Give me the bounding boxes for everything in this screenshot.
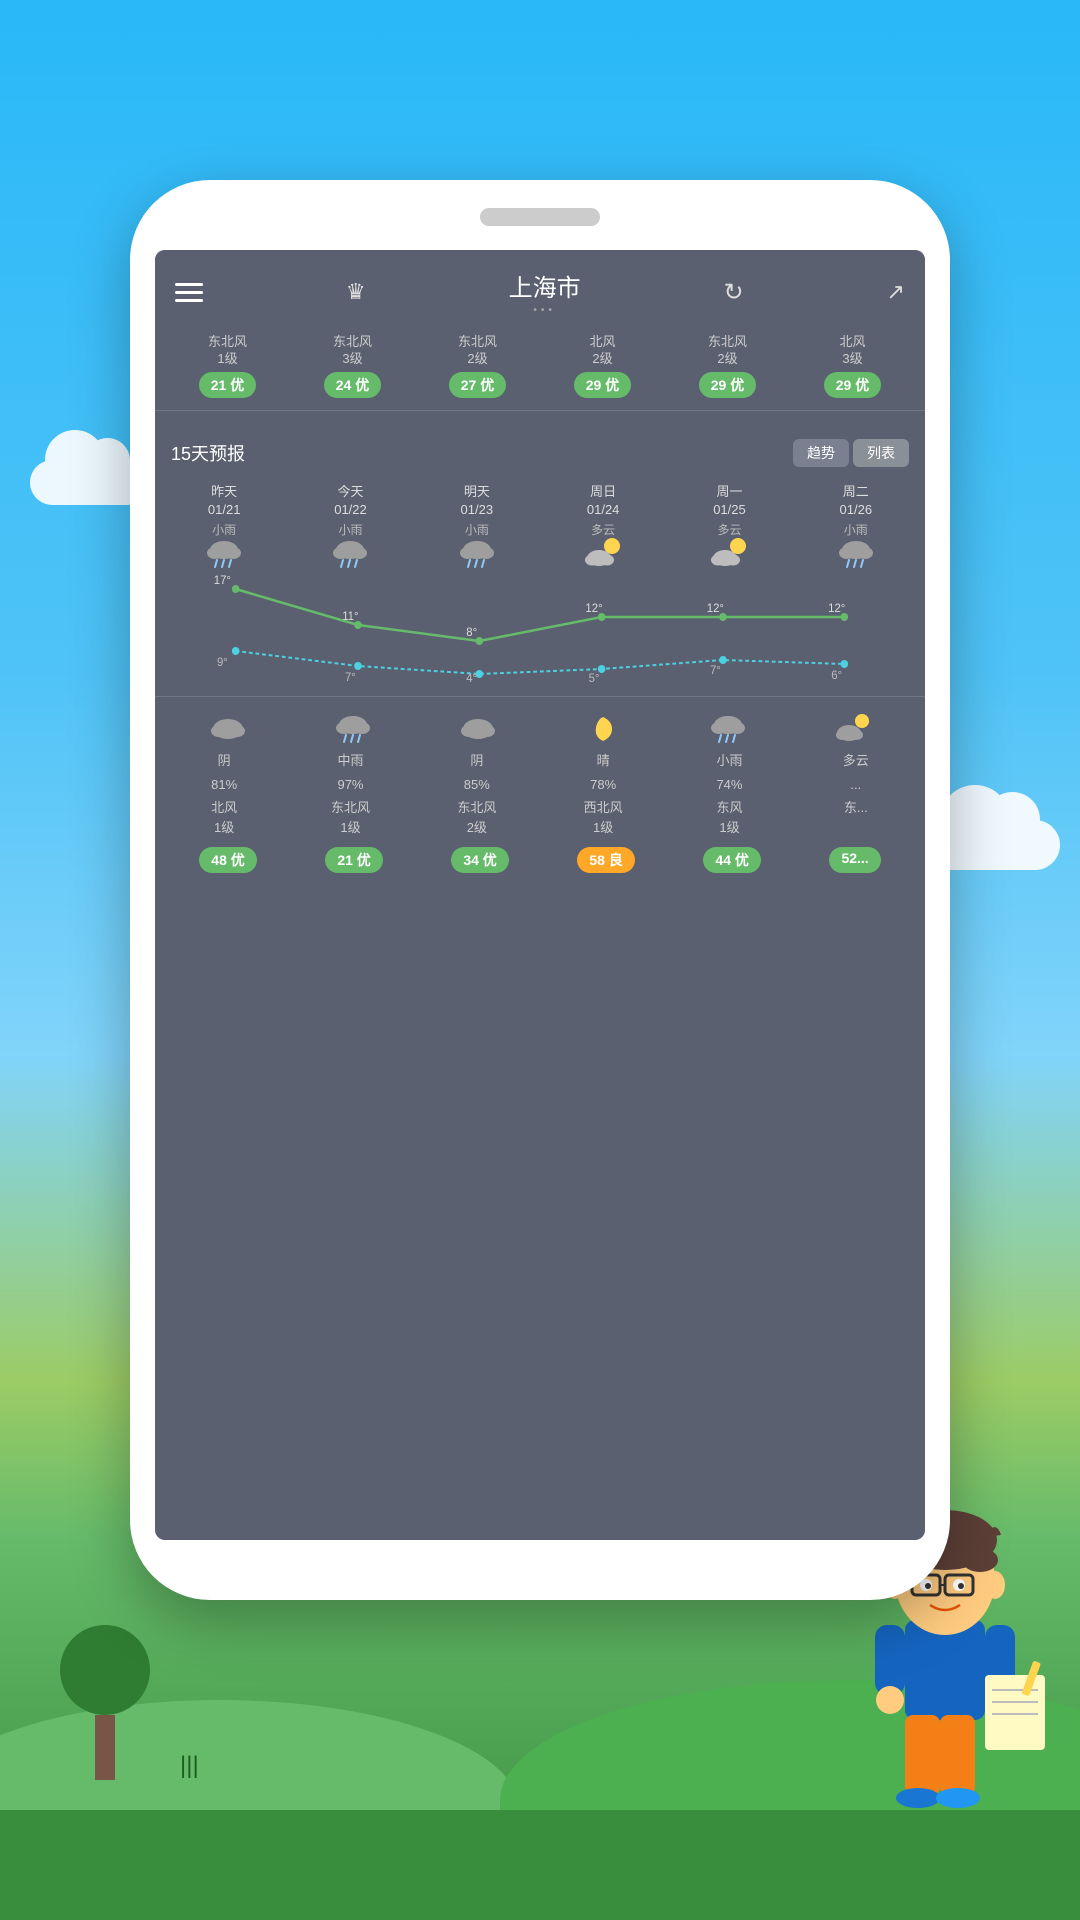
aqi-item-2: 东北风2级 27 优 bbox=[449, 334, 506, 398]
aqi-badge-1: 24 优 bbox=[324, 372, 381, 398]
humidity-3: 78% bbox=[540, 775, 666, 795]
svg-text:11°: 11° bbox=[342, 610, 358, 623]
bottom-aqi-row: 48 优 21 优 34 优 58 良 44 优 52... bbox=[155, 839, 925, 881]
condition-3: 晴 bbox=[540, 751, 666, 771]
forecast-days-row: 昨天01/21 小雨 今天01/22 小雨 bbox=[155, 475, 925, 574]
forecast-title: 15天预报 bbox=[171, 440, 245, 466]
detail-icons-row bbox=[155, 709, 925, 749]
aqi-badge-3: 29 优 bbox=[574, 372, 631, 398]
detail-icon-0 bbox=[165, 713, 290, 745]
forecast-day-0: 昨天01/21 小雨 bbox=[161, 483, 287, 570]
wind-0: 北风1级 bbox=[161, 798, 287, 837]
tab-list[interactable]: 列表 bbox=[853, 439, 909, 467]
forecast-day-5: 周二01/26 小雨 bbox=[793, 483, 919, 570]
rain-icon-5 bbox=[837, 538, 875, 570]
rain-icon-0 bbox=[205, 538, 243, 570]
svg-text:9°: 9° bbox=[217, 656, 228, 669]
detail-icon-5 bbox=[790, 713, 915, 745]
svg-text:5°: 5° bbox=[589, 672, 600, 684]
crown-icon: ♛ bbox=[346, 279, 366, 305]
forecast-header: 15天预报 趋势 列表 bbox=[155, 427, 925, 475]
bottom-aqi-1: 21 优 bbox=[325, 847, 382, 873]
rain-icon-1 bbox=[331, 538, 369, 570]
condition-4: 小雨 bbox=[666, 751, 792, 771]
wind-5: 东... bbox=[793, 798, 919, 837]
humidity-2: 85% bbox=[414, 775, 540, 795]
phone-frame: ♛ 上海市 ••• ↻ ↗ 东北风1级 21 优 东北风3级 24 优 东北风2… bbox=[130, 180, 950, 1600]
sun-cloud-icon-4 bbox=[710, 538, 748, 570]
humidity-4: 74% bbox=[666, 775, 792, 795]
sun-cloud-icon-3 bbox=[584, 538, 622, 570]
detail-icon-3 bbox=[540, 713, 665, 745]
aqi-item-0: 东北风1级 21 优 bbox=[199, 334, 256, 398]
humidity-row: 81% 97% 85% 78% 74% ... bbox=[155, 773, 925, 797]
svg-text:12°: 12° bbox=[828, 602, 845, 615]
humidity-0: 81% bbox=[161, 775, 287, 795]
rain-icon-2 bbox=[458, 538, 496, 570]
bottom-aqi-5: 52... bbox=[829, 847, 880, 873]
aqi-row: 东北风1级 21 优 东北风3级 24 优 东北风2级 27 优 北风2级 29… bbox=[155, 326, 925, 406]
svg-text:12°: 12° bbox=[707, 602, 724, 615]
svg-text:7°: 7° bbox=[345, 671, 356, 684]
city-name: 上海市 bbox=[509, 268, 581, 303]
condition-row: 阴 中雨 阴 晴 小雨 多云 bbox=[155, 749, 925, 773]
wind-4: 东风1级 bbox=[666, 798, 792, 837]
bottom-aqi-4: 44 优 bbox=[703, 847, 760, 873]
aqi-badge-0: 21 优 bbox=[199, 372, 256, 398]
humidity-5: ... bbox=[793, 775, 919, 795]
phone-screen: ♛ 上海市 ••• ↻ ↗ 东北风1级 21 优 东北风3级 24 优 东北风2… bbox=[155, 250, 925, 1540]
share-button[interactable]: ↗ bbox=[887, 279, 905, 305]
bottom-aqi-0: 48 优 bbox=[199, 847, 256, 873]
aqi-badge-5: 29 优 bbox=[824, 372, 881, 398]
forecast-tabs: 趋势 列表 bbox=[793, 439, 909, 467]
menu-button[interactable] bbox=[175, 283, 203, 302]
phone-speaker bbox=[480, 208, 600, 226]
bottom-aqi-2: 34 优 bbox=[451, 847, 508, 873]
temperature-chart: 17° 11° 8° 12° 12° 12° 9° 7° 4° 5° 7° 6° bbox=[155, 574, 925, 684]
detail-icon-1 bbox=[290, 713, 415, 745]
aqi-item-4: 东北风2级 29 优 bbox=[699, 334, 756, 398]
svg-text:12°: 12° bbox=[585, 602, 602, 615]
wind-1: 东北风1级 bbox=[287, 798, 413, 837]
humidity-1: 97% bbox=[287, 775, 413, 795]
tab-trend[interactable]: 趋势 bbox=[793, 439, 849, 467]
svg-text:4°: 4° bbox=[466, 672, 477, 684]
condition-2: 阴 bbox=[414, 751, 540, 771]
wind-3: 西北风1级 bbox=[540, 798, 666, 837]
aqi-badge-2: 27 优 bbox=[449, 372, 506, 398]
top-bar: ♛ 上海市 ••• ↻ ↗ bbox=[155, 250, 925, 326]
wind-2: 东北风2级 bbox=[414, 798, 540, 837]
condition-5: 多云 bbox=[793, 751, 919, 771]
aqi-item-1: 东北风3级 24 优 bbox=[324, 334, 381, 398]
condition-1: 中雨 bbox=[287, 751, 413, 771]
svg-text:8°: 8° bbox=[466, 626, 477, 639]
svg-text:6°: 6° bbox=[831, 669, 842, 682]
tree-decoration bbox=[60, 1625, 150, 1780]
detail-icon-4 bbox=[665, 713, 790, 745]
forecast-day-2: 明天01/23 小雨 bbox=[414, 483, 540, 570]
forecast-day-1: 今天01/22 小雨 bbox=[287, 483, 413, 570]
forecast-day-4: 周一01/25 多云 bbox=[666, 483, 792, 570]
grass-decoration: ||| bbox=[180, 1752, 199, 1780]
aqi-item-3: 北风2级 29 优 bbox=[574, 334, 631, 398]
city-dots: ••• bbox=[509, 305, 581, 316]
refresh-button[interactable]: ↻ bbox=[724, 278, 744, 307]
svg-text:7°: 7° bbox=[710, 664, 721, 677]
aqi-badge-4: 29 优 bbox=[699, 372, 756, 398]
condition-0: 阴 bbox=[161, 751, 287, 771]
svg-text:17°: 17° bbox=[214, 574, 231, 587]
forecast-day-3: 周日01/24 多云 bbox=[540, 483, 666, 570]
aqi-item-5: 北风3级 29 优 bbox=[824, 334, 881, 398]
detail-icon-2 bbox=[415, 713, 540, 745]
bottom-aqi-3: 58 良 bbox=[577, 847, 634, 873]
wind-row: 北风1级 东北风1级 东北风2级 西北风1级 东风1级 东... bbox=[155, 796, 925, 839]
